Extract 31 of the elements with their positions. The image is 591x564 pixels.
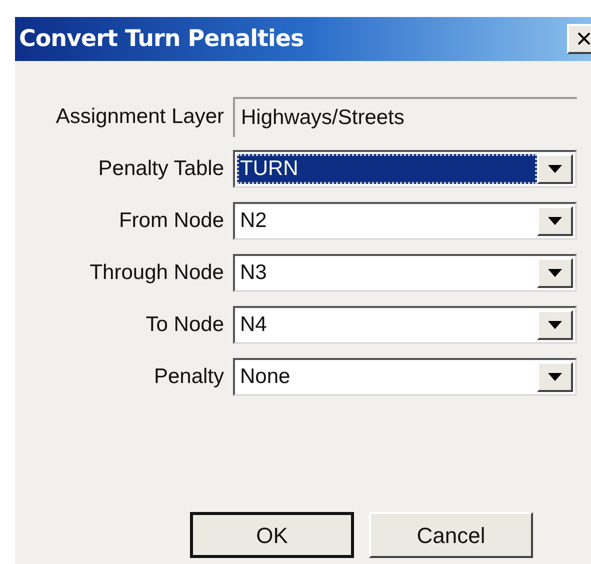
ok-button[interactable]: OK [190, 512, 354, 558]
field-label: To Node [144, 312, 225, 338]
dropdown-arrow-button[interactable] [537, 206, 573, 236]
caret-down-icon [548, 165, 562, 173]
window-title: Convert Turn Penalties [19, 24, 304, 54]
dropdown-field[interactable]: N3 [233, 254, 577, 292]
caret-down-icon [548, 373, 562, 381]
dropdown-value: N2 [239, 208, 268, 234]
field-label: Penalty Table [97, 156, 225, 182]
caret-down-icon [548, 321, 562, 329]
field-label: From Node [118, 208, 225, 234]
dropdown-arrow-button[interactable] [537, 310, 573, 340]
dropdown-value: TURN [237, 154, 537, 184]
readonly-field: Highways/Streets [233, 97, 577, 137]
dropdown-arrow-button[interactable] [537, 362, 573, 392]
dropdown-value: None [239, 364, 292, 390]
field-label: Through Node [88, 260, 225, 286]
dropdown-value: N4 [239, 312, 268, 338]
cancel-button[interactable]: Cancel [369, 512, 533, 558]
dropdown-arrow-button[interactable] [537, 154, 573, 184]
dropdown-field[interactable]: None [233, 358, 577, 396]
dropdown-field[interactable]: N2 [233, 202, 577, 240]
dropdown-field[interactable]: N4 [233, 306, 577, 344]
field-label: Penalty [152, 364, 225, 390]
dropdown-field[interactable]: TURN [233, 150, 577, 188]
caret-down-icon [548, 269, 562, 277]
close-button[interactable]: × [567, 24, 591, 54]
caret-down-icon [548, 217, 562, 225]
field-label: Assignment Layer [54, 104, 225, 130]
dropdown-arrow-button[interactable] [537, 258, 573, 288]
dropdown-value: N3 [239, 260, 268, 286]
